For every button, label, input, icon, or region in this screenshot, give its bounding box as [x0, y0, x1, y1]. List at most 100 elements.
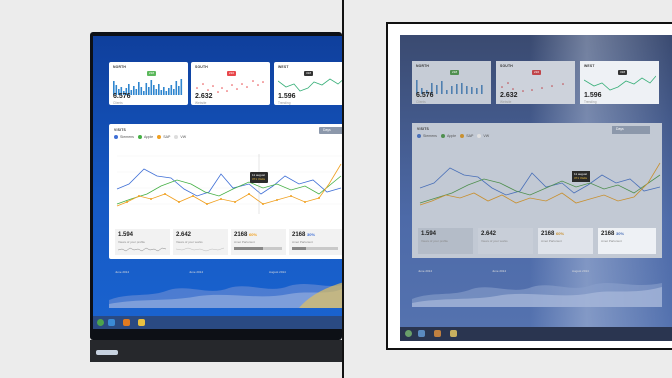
- browser-icon: [418, 330, 425, 337]
- card-west[interactable]: WEST 318 1.596 Trending: [274, 62, 342, 105]
- range-dropdown-label: Days: [616, 127, 624, 131]
- tooltip-value: 371 Visits: [574, 176, 587, 180]
- card-north[interactable]: NORTH 218 6.576 Clients: [109, 62, 188, 105]
- card-subtitle: Trending: [584, 100, 597, 104]
- stat-value: 2168 30%: [601, 231, 625, 237]
- chart-tooltip: 11 august 371 Visits: [250, 172, 268, 183]
- stat-value: 1.594: [118, 232, 134, 238]
- stat-percent: 60%: [556, 231, 565, 236]
- card-title: SOUTH: [500, 64, 513, 68]
- legend-item-sap[interactable]: SAP: [157, 135, 170, 140]
- stat-amet-30: 2168 30% Amet Parturient: [289, 229, 342, 255]
- card-subtitle: Trending: [278, 101, 291, 105]
- visits-line-chart: [116, 154, 342, 214]
- card-title: SOUTH: [195, 65, 208, 69]
- card-subtitle: Clients: [113, 101, 123, 105]
- range-dropdown[interactable]: Days: [319, 127, 342, 134]
- dot-sparkline: [501, 82, 564, 92]
- legend: Siemens Apple SAP VW: [114, 135, 186, 140]
- stat-label: Amet Parturient: [292, 240, 313, 244]
- timeline-area-chart: [109, 282, 342, 308]
- stat-value: 2168 60%: [541, 231, 565, 237]
- browser-icon[interactable]: [108, 319, 115, 326]
- stat-amet-30: 2168 30% Amet Parturient: [598, 228, 656, 254]
- card-title: NORTH: [416, 64, 430, 68]
- split-divider: [342, 0, 344, 378]
- range-dropdown: Days: [612, 126, 650, 134]
- folder-icon[interactable]: [138, 319, 145, 326]
- stat-profile-views: 1.594 Views of your profile: [115, 229, 170, 255]
- timeline-label: June 2014: [492, 269, 507, 273]
- card-title: NORTH: [113, 65, 127, 69]
- tooltip-value: 371 Visits: [252, 177, 265, 181]
- card-value: 1.596: [278, 93, 296, 100]
- progress-bar: [292, 247, 338, 250]
- stat-amet-60: 2168 60% Amet Parturient: [538, 228, 593, 254]
- timeline-area: June 2014 June 2014 August 2014: [412, 263, 662, 313]
- stat-value: 2.642: [481, 231, 497, 237]
- stat-label: Amet Parturient: [601, 239, 622, 243]
- stat-label: Views of your works: [481, 239, 508, 243]
- stat-percent: 30%: [307, 232, 316, 237]
- range-dropdown-label: Days: [323, 128, 331, 132]
- stat-work-views: 2.642 Views of your works: [478, 228, 533, 254]
- card-south: SOUTH 216 2.632 Website: [496, 61, 575, 104]
- stat-sparkline: [118, 247, 167, 252]
- legend-vw: VW: [483, 134, 490, 138]
- timeline-area-chart: [412, 283, 662, 307]
- card-value: 2.632: [195, 93, 213, 100]
- bar-sparkline: [113, 79, 183, 95]
- timeline-label: June 2014: [418, 269, 433, 273]
- start-icon: [405, 330, 412, 337]
- card-value: 1.596: [584, 92, 602, 99]
- brand-logo: [96, 350, 118, 355]
- visits-line-chart: [419, 162, 661, 206]
- framed-dashboard: NORTH 218 6.576 Clients SOUTH 216 2.632 …: [400, 35, 672, 341]
- stat-label: Amet Parturient: [541, 239, 562, 243]
- legend-siemens: Siemens: [423, 134, 437, 138]
- stat-label: Views of your profile: [421, 239, 448, 243]
- card-north: NORTH 218 6.576 Clients: [412, 61, 491, 104]
- card-south[interactable]: SOUTH 216 2.632 Website: [191, 62, 270, 105]
- chart-tooltip: 11 august 371 Visits: [572, 171, 590, 182]
- timeline-label: June 2014: [115, 270, 130, 274]
- card-title: WEST: [278, 65, 289, 69]
- stat-percent: 30%: [616, 231, 625, 236]
- stat-amet-60: 2168 60% Amet Parturient: [231, 229, 286, 255]
- line-sparkline: [278, 78, 342, 92]
- card-subtitle: Website: [500, 100, 512, 104]
- card-value: 6.576: [416, 92, 434, 99]
- legend-apple: Apple: [446, 134, 457, 138]
- taskbar: [93, 316, 342, 329]
- legend-item-siemens[interactable]: Siemens: [114, 135, 134, 140]
- timeline-area: June 2014 June 2014 August 2014: [109, 264, 342, 314]
- visits-panel: VISITS Siemens Apple SAP VW Days 11 augu…: [412, 123, 662, 258]
- card-value: 2.632: [500, 92, 518, 99]
- progress-bar: [234, 247, 282, 250]
- card-subtitle: Website: [195, 101, 207, 105]
- card-title: WEST: [584, 64, 595, 68]
- timeline-label: August 2014: [269, 270, 286, 274]
- stat-value: 1.594: [421, 231, 437, 237]
- timeline-label: August 2014: [572, 269, 589, 273]
- folder-icon: [450, 330, 457, 337]
- stat-value: 2.642: [176, 232, 192, 238]
- media-icon[interactable]: [123, 319, 130, 326]
- visits-title: VISITS: [417, 127, 429, 131]
- visits-title: VISITS: [114, 128, 126, 132]
- line-sparkline: [584, 75, 656, 91]
- bar-sparkline: [416, 80, 483, 94]
- stat-work-views: 2.642 Views of your works: [173, 229, 228, 255]
- stat-label: Views of your works: [176, 240, 203, 244]
- dot-sparkline: [196, 80, 264, 93]
- stat-label: Views of your profile: [118, 240, 145, 244]
- timeline-label: June 2014: [189, 270, 204, 274]
- legend-item-apple[interactable]: Apple: [137, 135, 153, 140]
- legend-item-vw[interactable]: VW: [174, 135, 186, 140]
- stat-percent: 60%: [249, 232, 258, 237]
- monitor-screen: NORTH 218 6.576 Clients SOUTH 216 2.632 …: [93, 36, 342, 329]
- stat-sparkline: [176, 247, 225, 252]
- monitor-stand: [90, 340, 342, 362]
- visits-panel: VISITS Siemens Apple SAP VW Days 11 augu…: [109, 124, 342, 259]
- start-icon[interactable]: [97, 319, 104, 326]
